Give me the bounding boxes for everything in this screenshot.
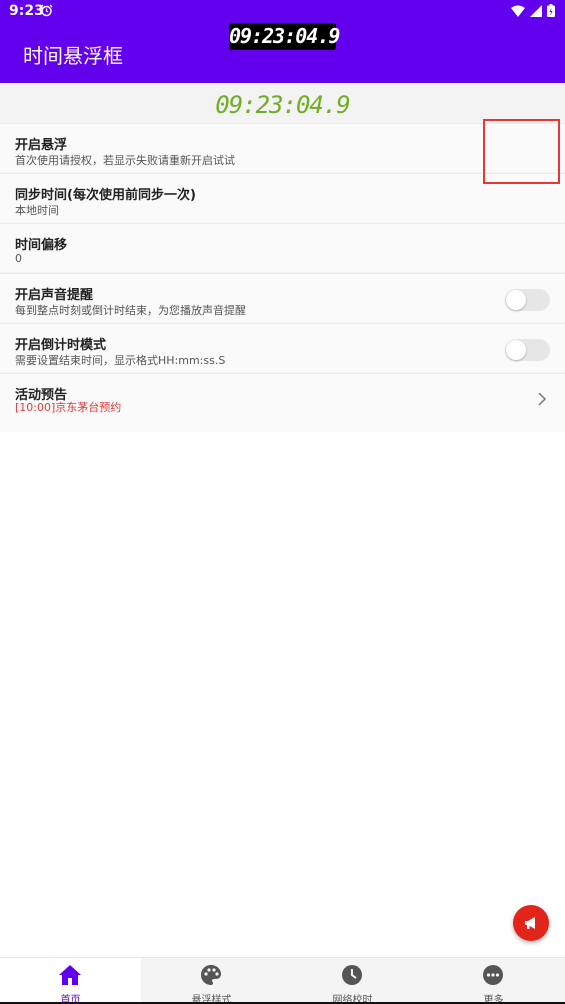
announcement-fab[interactable] [513, 905, 549, 941]
app-title: 时间悬浮框 [23, 44, 123, 68]
setting-title: 时间偏移 [15, 238, 68, 253]
megaphone-icon [525, 917, 535, 929]
clock-icon [342, 965, 362, 985]
main-clock: 09:23:04.9 [215, 91, 351, 119]
more-icon [483, 965, 503, 985]
sound-toggle[interactable] [505, 289, 550, 311]
nav-item-network-time[interactable]: 网络校时 [282, 958, 423, 1004]
setting-row-sound-reminder[interactable]: 开启声音提醒 每到整点时刻或倒计时结束，为您播放声音提醒 [0, 273, 565, 322]
signal-icon [530, 4, 542, 17]
nav-item-more[interactable]: 更多 [423, 958, 564, 1004]
setting-subtitle: 每到整点时刻或倒计时结束，为您播放声音提醒 [15, 304, 246, 317]
chevron-right-icon [538, 393, 547, 405]
countdown-toggle[interactable] [505, 339, 550, 361]
setting-subtitle: 需要设置结束时间，显示格式HH:mm:ss.S [15, 354, 226, 367]
setting-title: 同步时间(每次使用前同步一次) [15, 188, 196, 203]
status-icons [511, 4, 555, 17]
status-bar: 9:23 [0, 0, 565, 22]
setting-title: 开启声音提醒 [15, 288, 94, 303]
setting-title: 开启悬浮 [15, 138, 68, 153]
setting-row-sync-time[interactable]: 同步时间(每次使用前同步一次) 本地时间 [0, 173, 565, 222]
setting-subtitle: 首次使用请授权，若显示失败请重新开启试试 [15, 154, 235, 167]
settings-panel: 09:23:04.9 开启悬浮 首次使用请授权，若显示失败请重新开启试试 同步时… [0, 83, 565, 432]
setting-row-floating[interactable]: 开启悬浮 首次使用请授权，若显示失败请重新开启试试 [0, 123, 565, 201]
palette-icon [201, 965, 221, 985]
bottom-nav: 首页 悬浮样式 网络校时 更多 [0, 957, 565, 1004]
setting-subtitle: 0 [15, 252, 22, 265]
setting-subtitle: 本地时间 [15, 204, 59, 217]
alarm-icon [40, 4, 53, 17]
floating-clock-overlay[interactable]: 09:23:04.9 [229, 23, 340, 50]
setting-row-time-offset[interactable]: 时间偏移 0 [0, 223, 565, 272]
home-icon [59, 965, 81, 985]
highlight-box [483, 119, 560, 184]
nav-item-float-style[interactable]: 悬浮样式 [141, 958, 282, 1004]
nav-item-home[interactable]: 首页 [0, 958, 141, 1004]
wifi-icon [511, 5, 525, 17]
setting-title: 开启倒计时模式 [15, 338, 107, 353]
toggle-knob [506, 340, 526, 360]
toggle-knob [506, 290, 526, 310]
activity-item: [10:00]京东茅台预约 [15, 401, 122, 414]
battery-icon [547, 4, 555, 17]
setting-row-activity-preview[interactable]: 活动预告 [10:00]京东茅台预约 [0, 373, 565, 432]
setting-row-countdown[interactable]: 开启倒计时模式 需要设置结束时间，显示格式HH:mm:ss.S [0, 323, 565, 372]
status-time: 9:23 [9, 3, 44, 19]
